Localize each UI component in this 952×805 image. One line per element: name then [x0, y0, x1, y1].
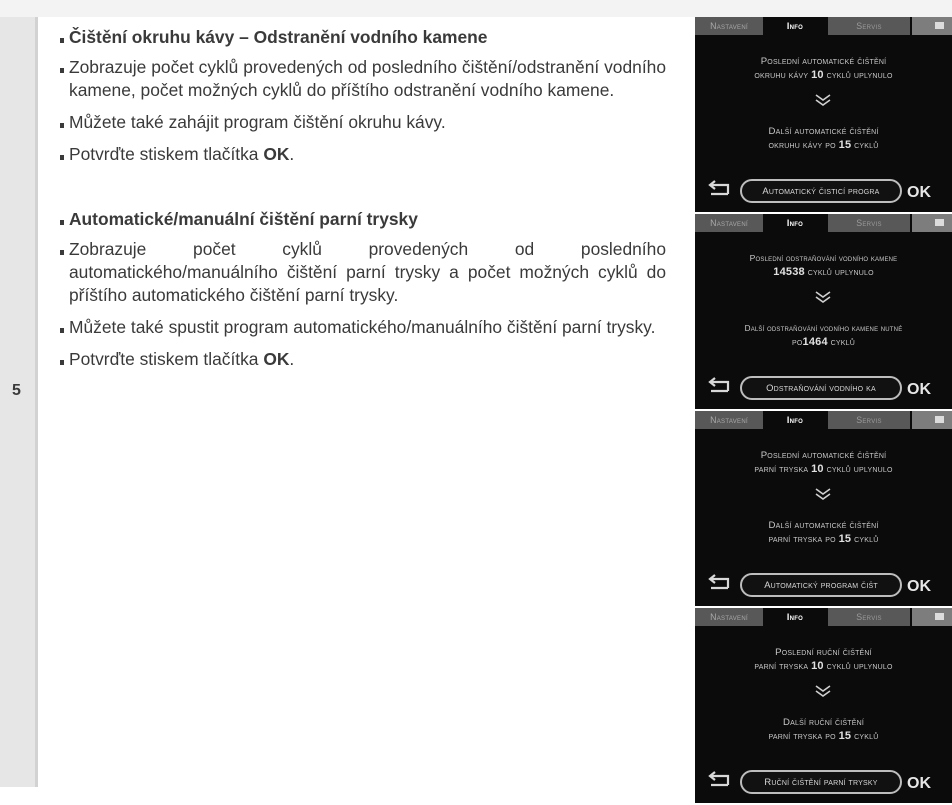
start-program-button[interactable]: Ruční čištění parní trysky — [740, 770, 902, 794]
tab-extra-icon[interactable] — [912, 608, 952, 626]
last-descaling-label: Poslední odstraňování vodního kamene — [749, 253, 898, 263]
tab-settings[interactable]: Nastavení — [695, 608, 763, 626]
tab-settings[interactable]: Nastavení — [695, 17, 763, 35]
back-arrow-icon[interactable] — [705, 771, 731, 789]
back-arrow-icon[interactable] — [705, 574, 731, 592]
start-program-button[interactable]: Automatický program čišt — [740, 573, 902, 597]
remaining-cycles-line: po1464 cyklů — [791, 336, 855, 348]
remaining-cycles-line: parní tryska po 15 cyklů — [768, 533, 879, 545]
elapsed-cycles-line: parní tryska 10 cyklů uplynulo — [754, 463, 893, 475]
next-cleaning-label: Další automatické čištění — [768, 520, 879, 531]
tab-settings[interactable]: Nastavení — [695, 214, 763, 232]
next-cleaning-label: Další automatické čištění — [768, 126, 879, 137]
tab-service[interactable]: Servis — [828, 214, 910, 232]
device-screens-column: Nastavení Info Servis Poslední automatic… — [695, 17, 952, 805]
next-descaling-label: Další odstraňování vodního kamene nutné — [744, 324, 903, 333]
tab-service[interactable]: Servis — [828, 411, 910, 429]
device-screen: Nastavení Info Servis Poslední ruční čiš… — [695, 608, 952, 803]
elapsed-cycles-line: okruhu kávy 10 cyklů uplynulo — [754, 69, 893, 81]
ok-key-label: OK — [263, 144, 290, 164]
page-header-band — [0, 0, 952, 17]
confirm-period: . — [289, 349, 295, 369]
side-margin-band: 5 — [0, 17, 38, 787]
elapsed-cycles-line: parní tryska 10 cyklů uplynulo — [754, 660, 893, 672]
start-program-button[interactable]: Odstraňování vodního ka — [740, 376, 902, 400]
tab-extra-icon[interactable] — [912, 17, 952, 35]
steam-nozzle-section: Automatické/manuální čištění parní trysk… — [60, 208, 666, 371]
section-heading: Automatické/manuální čištění parní trysk… — [60, 208, 666, 231]
ok-key-label: OK — [263, 349, 290, 369]
next-manual-cleaning-label: Další ruční čištění — [782, 717, 864, 728]
tab-bar: Nastavení Info Servis — [695, 411, 952, 432]
instructions-column: Čištění okruhu kávy – Odstranění vodního… — [60, 26, 666, 380]
remaining-cycles-line: parní tryska po 15 cyklů — [768, 730, 879, 742]
ok-button[interactable]: OK — [907, 184, 931, 202]
last-manual-cleaning-label: Poslední ruční čištění — [775, 647, 872, 658]
tab-bar: Nastavení Info Servis — [695, 214, 952, 235]
remaining-cycles-line: okruhu kávy po 15 cyklů — [768, 139, 879, 151]
section-number: 5 — [12, 382, 21, 399]
double-chevron-down-icon — [815, 94, 831, 106]
confirm-text: Potvrďte stiskem tlačítka — [69, 144, 264, 164]
elapsed-cycles-line: 14538 cyklů uplynulo — [773, 266, 874, 278]
back-arrow-icon[interactable] — [705, 180, 731, 198]
last-cleaning-label: Poslední automatické čištění — [760, 450, 887, 461]
tab-info[interactable]: Info — [764, 608, 826, 626]
confirm-period: . — [289, 144, 295, 164]
tab-settings[interactable]: Nastavení — [695, 411, 763, 429]
description-paragraph: Zobrazuje počet cyklů provedených od pos… — [60, 56, 666, 102]
tab-info[interactable]: Info — [764, 17, 826, 35]
tab-info[interactable]: Info — [764, 411, 826, 429]
tab-service[interactable]: Servis — [828, 608, 910, 626]
ok-button[interactable]: OK — [907, 775, 931, 793]
confirm-instruction: Potvrďte stiskem tlačítka OK. — [60, 143, 666, 166]
tab-bar: Nastavení Info Servis — [695, 17, 952, 38]
tab-info[interactable]: Info — [764, 214, 826, 232]
confirm-instruction: Potvrďte stiskem tlačítka OK. — [60, 348, 666, 371]
device-screen: Nastavení Info Servis Poslední automatic… — [695, 17, 952, 212]
tab-extra-icon[interactable] — [912, 411, 952, 429]
tab-extra-icon[interactable] — [912, 214, 952, 232]
description-paragraph: Můžete také zahájit program čištění okru… — [60, 111, 666, 134]
description-paragraph: Zobrazuje počet cyklů provedených od pos… — [60, 238, 666, 307]
double-chevron-down-icon — [815, 291, 831, 303]
section-heading: Čištění okruhu kávy – Odstranění vodního… — [60, 26, 666, 49]
tab-bar: Nastavení Info Servis — [695, 608, 952, 629]
ok-button[interactable]: OK — [907, 578, 931, 596]
description-paragraph: Můžete také spustit program automatickéh… — [60, 316, 666, 339]
coffee-circuit-section: Čištění okruhu kávy – Odstranění vodního… — [60, 26, 666, 166]
last-cleaning-label: Poslední automatické čištění — [760, 56, 887, 67]
double-chevron-down-icon — [815, 488, 831, 500]
device-screen: Nastavení Info Servis Poslední automatic… — [695, 411, 952, 606]
confirm-text: Potvrďte stiskem tlačítka — [69, 349, 264, 369]
tab-service[interactable]: Servis — [828, 17, 910, 35]
device-screen: Nastavení Info Servis Poslední odstraňov… — [695, 214, 952, 409]
ok-button[interactable]: OK — [907, 381, 931, 399]
double-chevron-down-icon — [815, 685, 831, 697]
start-program-button[interactable]: Automatický čisticí progra — [740, 179, 902, 203]
back-arrow-icon[interactable] — [705, 377, 731, 395]
